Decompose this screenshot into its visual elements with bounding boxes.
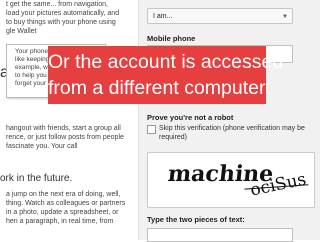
gender-select-value: I am... <box>153 13 173 20</box>
caption-line-2: from a different computer. <box>48 77 270 99</box>
body-line: hen a paragraph, in real time, from <box>6 218 114 225</box>
gender-select[interactable]: I am... ▼ <box>147 8 293 24</box>
skip-verification-checkbox[interactable] <box>147 125 156 134</box>
hangout-text: hangout with friends, start a group all … <box>6 124 136 151</box>
left-info-column: t get the same... from navigation, load … <box>0 0 138 240</box>
body-line: hangout with friends, start a group all <box>6 125 121 132</box>
body-line: thing. Watch as colleagues or partners <box>6 200 126 207</box>
intro-line: to buy things with your phone using <box>6 19 116 26</box>
future-text: a jump on the next era of doing, well, t… <box>6 190 136 226</box>
body-line: fascinate you. Your call <box>6 143 78 150</box>
section-title: ork in the future. <box>0 173 73 184</box>
robot-check-label: Prove you're not a robot <box>147 113 234 122</box>
chevron-down-icon: ▼ <box>282 14 288 20</box>
caption-overlay: Or the account is accessed from a differ… <box>48 46 284 104</box>
intro-text: t get the same... from navigation, load … <box>6 0 136 36</box>
body-line: a jump on the next era of doing, well, <box>6 191 121 198</box>
skip-verification-label: Skip this verification (phone verificati… <box>159 125 305 141</box>
intro-line: load your pictures automatically, and <box>6 10 120 17</box>
captcha-image: machine ociSus <box>147 152 315 208</box>
mobile-phone-label: Mobile phone <box>147 34 196 43</box>
body-line: rence, or just follow posts from people <box>6 134 124 141</box>
signup-form-panel: I am... ▼ Mobile phone Prove you're not … <box>138 0 320 242</box>
intro-line: gle Wallet <box>6 28 37 35</box>
captcha-prompt-label: Type the two pieces of text: <box>147 215 245 224</box>
caption-line-1: Or the account is accessed <box>48 51 284 73</box>
body-line: in a photo, update a spreadsheet, or <box>6 209 119 216</box>
intro-line: t get the same... from navigation, <box>6 1 108 8</box>
